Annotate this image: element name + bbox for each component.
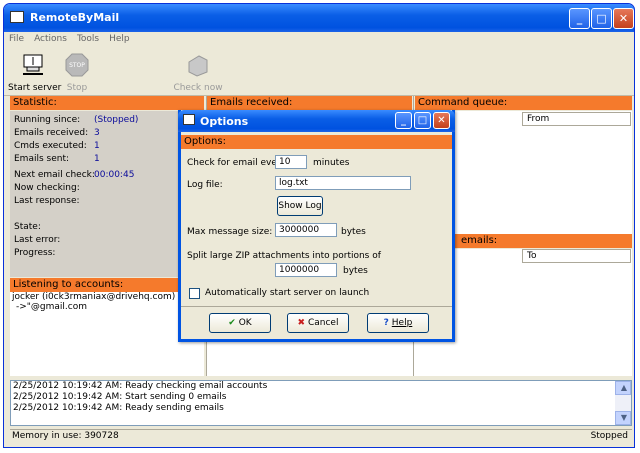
emails-sent-value: 1 <box>94 154 100 164</box>
dialog-title-bar: Options _ □ ✕ <box>178 110 455 132</box>
check-interval-input[interactable]: 10 <box>275 155 307 169</box>
start-server-button[interactable]: Start server <box>8 50 62 93</box>
cmds-executed-label: Cmds executed: <box>14 141 87 151</box>
col-from-header[interactable]: From <box>522 112 631 126</box>
logfile-input[interactable]: log.txt <box>275 176 411 190</box>
memory-status: Memory in use: 390728 <box>12 431 119 441</box>
listening-header: Listening to accounts: <box>10 278 204 292</box>
check-now-button[interactable]: Check now <box>168 50 228 93</box>
svg-text:STOP: STOP <box>69 62 85 69</box>
stop-icon: STOP <box>65 53 89 77</box>
next-check-label: Next email check: <box>14 170 95 180</box>
minutes-label: minutes <box>313 158 350 168</box>
now-checking-label: Now checking: <box>14 183 80 193</box>
next-check-value: 00:00:45 <box>94 170 135 180</box>
cancel-button[interactable]: ✖ Cancel <box>287 313 349 333</box>
menu-help[interactable]: Help <box>104 32 135 46</box>
help-icon: ? <box>383 318 389 328</box>
help-label: Help <box>391 318 413 328</box>
max-size-label: Max message size: <box>187 227 273 237</box>
menu-bar: File Actions Tools Help <box>4 32 634 48</box>
dialog-minimize-button[interactable]: _ <box>395 112 412 129</box>
help-button[interactable]: ? Help <box>367 313 429 333</box>
divider <box>181 306 452 307</box>
toolbar: Start server STOP Stop Check now <box>4 48 634 96</box>
scroll-down-icon[interactable]: ▼ <box>615 411 631 425</box>
autostart-checkbox[interactable] <box>189 288 200 299</box>
bytes2-label: bytes <box>343 266 368 276</box>
max-size-input[interactable]: 3000000 <box>275 223 337 237</box>
app-icon <box>10 11 24 23</box>
autostart-label: Automatically start server on launch <box>205 288 370 298</box>
status-bar: Memory in use: 390728 Stopped <box>10 429 632 443</box>
split-size-input[interactable]: 1000000 <box>275 263 337 277</box>
check-mail-icon <box>188 55 208 77</box>
ok-button[interactable]: ✔ OK <box>209 313 271 333</box>
running-since-value: (Stopped) <box>94 115 139 125</box>
dialog-close-button[interactable]: ✕ <box>433 112 450 129</box>
command-queue-header: Command queue: <box>415 96 632 110</box>
check-every-label: Check for email every <box>187 158 286 168</box>
statistic-panel: Running since: (Stopped) Emails received… <box>10 111 204 277</box>
stop-label: Stop <box>66 83 88 93</box>
scroll-up-icon[interactable]: ▲ <box>615 381 631 395</box>
close-button[interactable]: ✕ <box>613 8 634 29</box>
logfile-label: Log file: <box>187 180 223 190</box>
split-label: Split large ZIP attachments into portion… <box>187 251 381 261</box>
start-server-label: Start server <box>8 83 62 93</box>
state-label: State: <box>14 222 41 232</box>
dialog-maximize-button[interactable]: □ <box>414 112 431 129</box>
emails-received-label: Emails received: <box>14 128 89 138</box>
log-line: 2/25/2012 10:19:42 AM: Ready sending ema… <box>13 403 224 413</box>
statistic-header: Statistic: <box>10 96 204 110</box>
emails-sent-label: Emails sent: <box>14 154 70 164</box>
cmds-executed-value: 1 <box>94 141 100 151</box>
menu-file[interactable]: File <box>4 32 29 46</box>
progress-label: Progress: <box>14 248 56 258</box>
emails-received-value: 3 <box>94 128 100 138</box>
dialog-icon <box>183 114 195 125</box>
listening-panel: Listening to accounts: jocker (i0ck3rman… <box>10 278 204 376</box>
server-state: Stopped <box>590 431 628 441</box>
log-line: 2/25/2012 10:19:42 AM: Ready checking em… <box>13 381 268 391</box>
show-log-button[interactable]: Show Log <box>277 196 323 216</box>
check-icon: ✔ <box>228 318 236 328</box>
window-title: RemoteByMail <box>30 11 120 24</box>
options-header: Options: <box>181 135 452 149</box>
emails-received-header: Emails received: <box>207 96 412 110</box>
cancel-label: Cancel <box>307 318 339 328</box>
account-item[interactable]: jocker (i0ck3rmaniax@drivehq.com) <box>12 292 204 302</box>
log-line: 2/25/2012 10:19:42 AM: Start sending 0 e… <box>13 392 227 402</box>
check-now-label: Check now <box>173 83 223 93</box>
bytes-label: bytes <box>341 227 366 237</box>
account-list: jocker (i0ck3rmaniax@drivehq.com) ->"@gm… <box>10 292 204 312</box>
server-start-icon <box>23 54 43 75</box>
stop-button[interactable]: STOP Stop <box>52 50 102 93</box>
maximize-button[interactable]: □ <box>591 8 612 29</box>
cancel-icon: ✖ <box>297 318 306 328</box>
minimize-button[interactable]: _ <box>569 8 590 29</box>
menu-actions[interactable]: Actions <box>29 32 72 46</box>
log-box[interactable]: 2/25/2012 10:19:42 AM: Ready checking em… <box>10 380 632 426</box>
options-dialog: Options _ □ ✕ Options: Check for email e… <box>178 110 455 342</box>
dialog-title: Options <box>200 115 249 128</box>
menu-tools[interactable]: Tools <box>72 32 104 46</box>
last-error-label: Last error: <box>14 235 61 245</box>
col-to-header[interactable]: To <box>522 249 631 263</box>
ok-label: OK <box>238 318 252 328</box>
running-since-label: Running since: <box>14 115 81 125</box>
account-item[interactable]: ->"@gmail.com <box>12 302 204 312</box>
title-bar: RemoteByMail _ □ ✕ <box>4 4 634 32</box>
log-scrollbar[interactable]: ▲ ▼ <box>615 381 631 425</box>
last-response-label: Last response: <box>14 196 80 206</box>
